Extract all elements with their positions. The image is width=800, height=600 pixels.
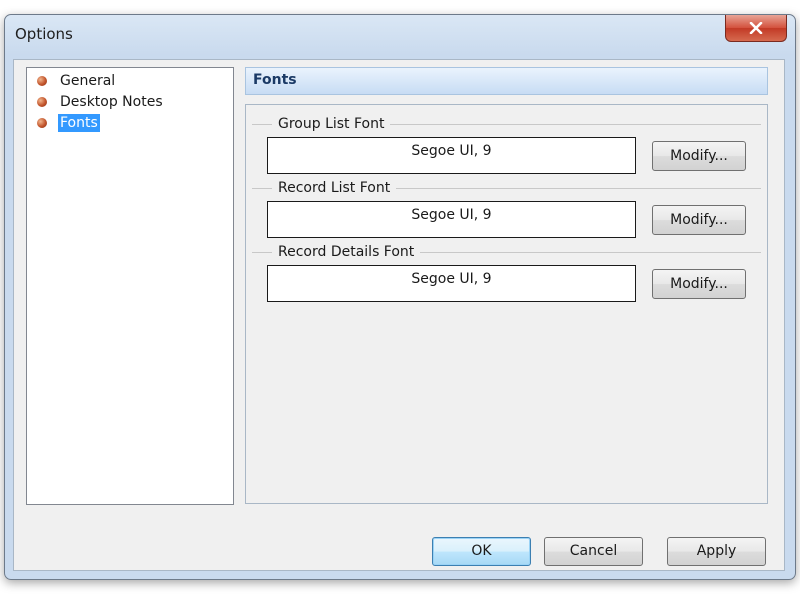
font-preview: Segoe UI, 9 <box>267 201 636 238</box>
tree-item-label: Desktop Notes <box>60 94 163 110</box>
group-legend: Record Details Font <box>272 243 421 261</box>
bullet-icon <box>37 118 47 128</box>
tree-item-desktop-notes[interactable]: Desktop Notes <box>37 93 165 111</box>
close-icon <box>749 22 763 34</box>
cancel-button[interactable]: Cancel <box>544 537 643 566</box>
group-list-font-group: Group List Font Segoe UI, 9 Modify... <box>246 113 767 177</box>
options-window: Options General Desktop Notes Fonts Font… <box>4 14 796 580</box>
record-details-font-group: Record Details Font Segoe UI, 9 Modify..… <box>246 241 767 305</box>
options-tree: General Desktop Notes Fonts <box>26 67 234 505</box>
tree-item-label: Fonts <box>58 114 100 132</box>
group-legend: Record List Font <box>272 179 397 197</box>
ok-button[interactable]: OK <box>432 537 531 566</box>
dialog-client-area: General Desktop Notes Fonts Fonts Group … <box>13 59 785 571</box>
font-preview: Segoe UI, 9 <box>267 137 636 174</box>
font-preview: Segoe UI, 9 <box>267 265 636 302</box>
record-list-font-group: Record List Font Segoe UI, 9 Modify... <box>246 177 767 241</box>
modify-group-list-font-button[interactable]: Modify... <box>652 141 746 171</box>
group-legend: Group List Font <box>272 115 391 133</box>
modify-record-details-font-button[interactable]: Modify... <box>652 269 746 299</box>
window-title: Options <box>15 25 73 43</box>
tree-item-label: General <box>60 73 116 89</box>
tree-item-general[interactable]: General <box>37 72 117 90</box>
tree-item-fonts[interactable]: Fonts <box>37 114 100 132</box>
bullet-icon <box>37 76 47 86</box>
fonts-panel: Group List Font Segoe UI, 9 Modify... Re… <box>245 104 768 504</box>
modify-record-list-font-button[interactable]: Modify... <box>652 205 746 235</box>
close-button[interactable] <box>725 15 787 42</box>
apply-button[interactable]: Apply <box>667 537 766 566</box>
panel-header: Fonts <box>245 67 768 95</box>
bullet-icon <box>37 97 47 107</box>
panel-title: Fonts <box>253 72 297 88</box>
